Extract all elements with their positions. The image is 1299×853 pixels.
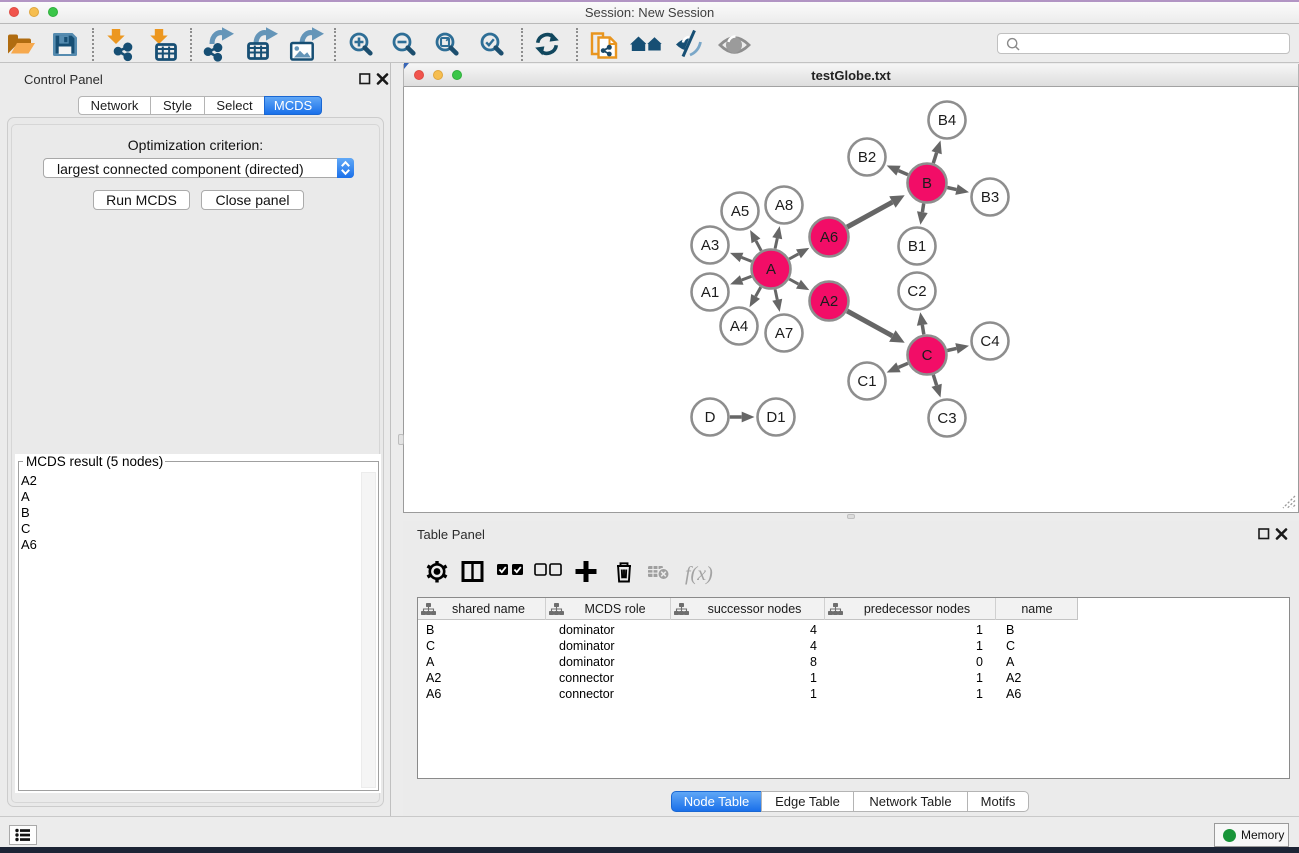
svg-text:A2: A2 xyxy=(820,293,838,310)
svg-text:D1: D1 xyxy=(766,409,785,426)
svg-text:B: B xyxy=(922,175,932,192)
svg-text:D: D xyxy=(705,409,716,426)
svg-text:C2: C2 xyxy=(907,283,926,300)
svg-text:A4: A4 xyxy=(730,318,748,335)
svg-text:A1: A1 xyxy=(701,284,719,301)
svg-text:A3: A3 xyxy=(701,237,719,254)
svg-text:C: C xyxy=(922,347,933,364)
svg-text:B2: B2 xyxy=(858,149,876,166)
svg-text:A8: A8 xyxy=(775,197,793,214)
svg-text:A: A xyxy=(766,261,776,278)
svg-text:B3: B3 xyxy=(981,189,999,206)
svg-text:B1: B1 xyxy=(908,238,926,255)
svg-text:C1: C1 xyxy=(857,373,876,390)
svg-text:A6: A6 xyxy=(820,229,838,246)
svg-text:A5: A5 xyxy=(731,203,749,220)
svg-text:A7: A7 xyxy=(775,325,793,342)
svg-text:f(x): f(x) xyxy=(685,563,713,585)
svg-text:C3: C3 xyxy=(937,410,956,427)
svg-text:C4: C4 xyxy=(980,333,999,350)
svg-text:B4: B4 xyxy=(938,112,956,129)
